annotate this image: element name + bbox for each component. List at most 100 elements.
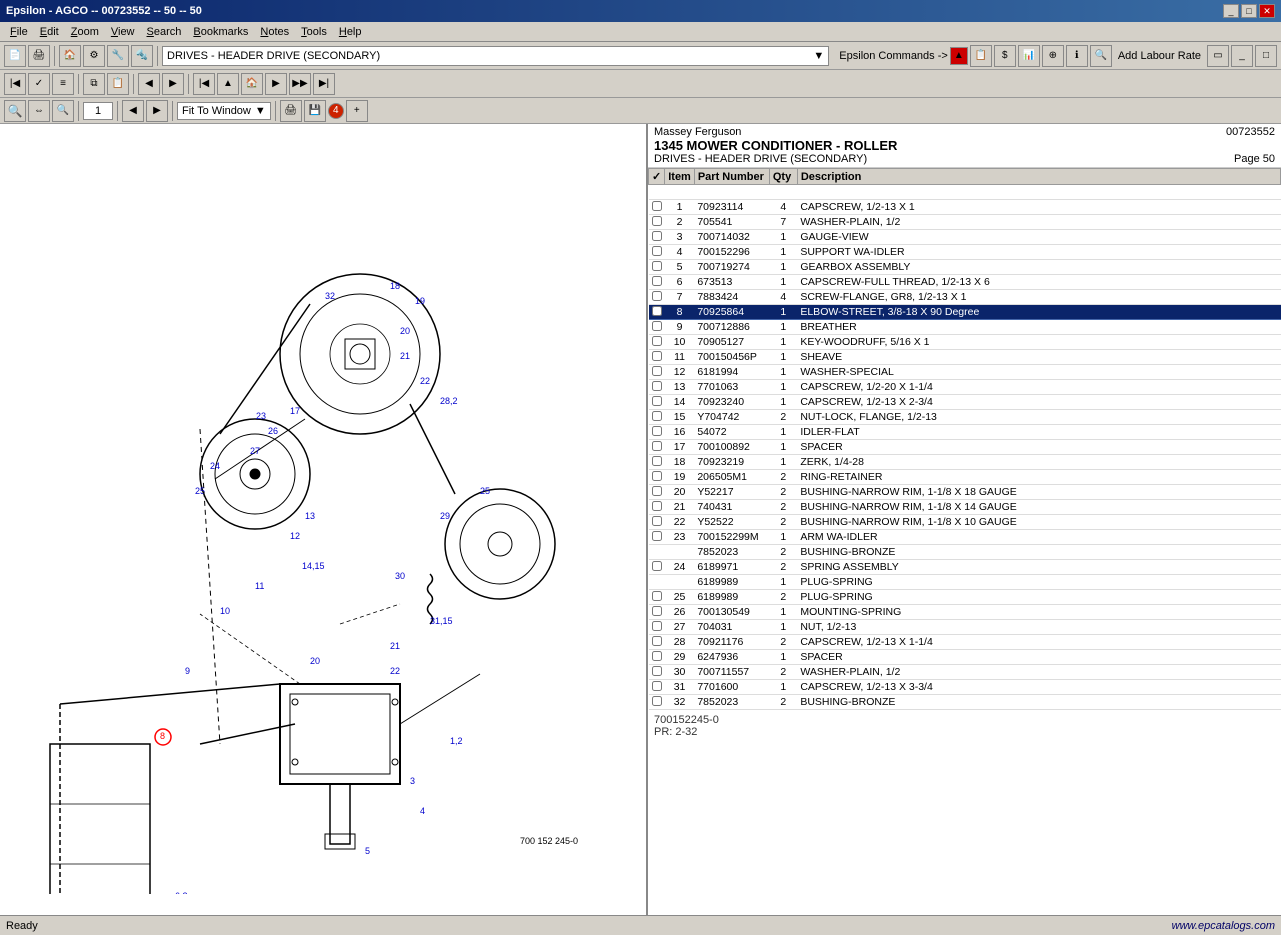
table-row[interactable]: 15Y7047422NUT-LOCK, FLANGE, 1/2-13 (649, 410, 1281, 425)
table-row[interactable]: 177001008921SPACER (649, 440, 1281, 455)
menu-tools[interactable]: Tools (295, 25, 333, 39)
menu-help[interactable]: Help (333, 25, 368, 39)
tool2-button[interactable]: 🔩 (131, 45, 153, 67)
spread-btn[interactable]: ⇔ (28, 100, 50, 122)
row-checkbox[interactable] (649, 575, 665, 590)
table-row[interactable]: 217404312BUSHING-NARROW RIM, 1-1/8 X 14 … (649, 500, 1281, 515)
table-row[interactable]: 3177016001CAPSCREW, 1/2-13 X 3-3/4 (649, 680, 1281, 695)
row-checkbox[interactable] (649, 650, 665, 665)
table-row[interactable] (649, 185, 1281, 200)
nav-first-btn[interactable]: |◀ (193, 73, 215, 95)
row-checkbox[interactable] (649, 365, 665, 380)
gear-button[interactable]: ⚙ (83, 45, 105, 67)
zoom-btn2[interactable]: 🔍 (52, 100, 74, 122)
row-checkbox[interactable] (649, 215, 665, 230)
table-row[interactable]: 78520232BUSHING-BRONZE (649, 545, 1281, 560)
tool-button[interactable]: 🔧 (107, 45, 129, 67)
table-row[interactable]: 8709258641ELBOW-STREET, 3/8-18 X 90 Degr… (649, 305, 1281, 320)
table-row[interactable]: 267001305491MOUNTING-SPRING (649, 605, 1281, 620)
save-btn[interactable]: 💾 (304, 100, 326, 122)
table-row[interactable]: 778834244SCREW-FLANGE, GR8, 1/2-13 X 1 (649, 290, 1281, 305)
prev-page-btn[interactable]: ◀ (122, 100, 144, 122)
page-counter[interactable]: 1 (83, 102, 113, 120)
epsilon-btn1[interactable]: ▲ (950, 47, 968, 65)
print2-btn[interactable]: 🖨 (280, 100, 302, 122)
row-checkbox[interactable] (649, 290, 665, 305)
epsilon-btn4[interactable]: 📊 (1018, 45, 1040, 67)
menu-edit[interactable]: Edit (34, 25, 65, 39)
row-checkbox[interactable] (649, 320, 665, 335)
row-checkbox[interactable] (649, 485, 665, 500)
table-row[interactable]: 3278520232BUSHING-BRONZE (649, 695, 1281, 710)
table-row[interactable]: 14709232401CAPSCREW, 1/2-13 X 2-3/4 (649, 395, 1281, 410)
restore-btn[interactable]: ▭ (1207, 45, 1229, 67)
epsilon-btn7[interactable]: 🔍 (1090, 45, 1112, 67)
row-checkbox[interactable] (649, 695, 665, 710)
nav-home-btn[interactable]: 🏠 (241, 73, 263, 95)
table-row[interactable]: 20Y522172BUSHING-NARROW RIM, 1-1/8 X 18 … (649, 485, 1281, 500)
min-btn2[interactable]: _ (1231, 45, 1253, 67)
table-row[interactable]: 19206505M12RING-RETAINER (649, 470, 1281, 485)
table-row[interactable]: 47001522961SUPPORT WA-IDLER (649, 245, 1281, 260)
back-btn[interactable]: ✓ (28, 73, 50, 95)
minimize-button[interactable]: _ (1223, 4, 1239, 18)
table-row[interactable]: 2461899712SPRING ASSEMBLY (649, 560, 1281, 575)
row-checkbox[interactable] (649, 230, 665, 245)
table-row[interactable]: 22Y525222BUSHING-NARROW RIM, 1-1/8 X 10 … (649, 515, 1281, 530)
row-checkbox[interactable] (649, 245, 665, 260)
menu-zoom[interactable]: Zoom (65, 25, 105, 39)
table-row[interactable]: 10709051271KEY-WOODRUFF, 5/16 X 1 (649, 335, 1281, 350)
row-checkbox[interactable] (649, 590, 665, 605)
menu-notes[interactable]: Notes (254, 25, 295, 39)
table-row[interactable]: 2561899892PLUG-SPRING (649, 590, 1281, 605)
table-row[interactable]: 57007192741GEARBOX ASSEMBLY (649, 260, 1281, 275)
row-checkbox[interactable] (649, 260, 665, 275)
nav-up-btn[interactable]: ▲ (217, 73, 239, 95)
nav-prev-btn[interactable]: ◀ (138, 73, 160, 95)
table-row[interactable]: 1377010631CAPSCREW, 1/2-20 X 1-1/4 (649, 380, 1281, 395)
table-row[interactable]: 23700152299M1ARM WA-IDLER (649, 530, 1281, 545)
home-button[interactable]: 🏠 (59, 45, 81, 67)
table-row[interactable]: 37007140321GAUGE-VIEW (649, 230, 1281, 245)
maximize-button[interactable]: □ (1241, 4, 1257, 18)
row-checkbox[interactable] (649, 470, 665, 485)
max-btn2[interactable]: □ (1255, 45, 1277, 67)
nav-next-btn[interactable]: ▶ (162, 73, 184, 95)
copy-btn[interactable]: ⧉ (83, 73, 105, 95)
table-row[interactable]: 66735131CAPSCREW-FULL THREAD, 1/2-13 X 6 (649, 275, 1281, 290)
row-checkbox[interactable] (649, 275, 665, 290)
table-row[interactable]: 307007115572WASHER-PLAIN, 1/2 (649, 665, 1281, 680)
print-button[interactable]: 🖨 (28, 45, 50, 67)
row-checkbox[interactable] (649, 335, 665, 350)
epsilon-btn6[interactable]: ℹ (1066, 45, 1088, 67)
parts-table-container[interactable]: ✓ Item Part Number Qty Description 17092… (648, 168, 1281, 915)
path-dropdown[interactable]: DRIVES - HEADER DRIVE (SECONDARY) ▼ (162, 46, 829, 66)
row-checkbox[interactable] (649, 620, 665, 635)
table-row[interactable]: 1709231144CAPSCREW, 1/2-13 X 1 (649, 200, 1281, 215)
table-row[interactable]: 27055417WASHER-PLAIN, 1/2 (649, 215, 1281, 230)
menu-search[interactable]: Search (141, 25, 188, 39)
table-row[interactable]: 16540721IDLER-FLAT (649, 425, 1281, 440)
nav-last-btn[interactable]: ▶| (313, 73, 335, 95)
row-checkbox[interactable] (649, 560, 665, 575)
next-page-btn[interactable]: ▶ (146, 100, 168, 122)
menu-file[interactable]: File (4, 25, 34, 39)
row-checkbox[interactable] (649, 455, 665, 470)
row-checkbox[interactable] (649, 500, 665, 515)
table-row[interactable]: 277040311NUT, 1/2-13 (649, 620, 1281, 635)
table-row[interactable]: 1261819941WASHER-SPECIAL (649, 365, 1281, 380)
table-row[interactable]: 28709211762CAPSCREW, 1/2-13 X 1-1/4 (649, 635, 1281, 650)
close-button[interactable]: ✕ (1259, 4, 1275, 18)
row-checkbox[interactable] (649, 425, 665, 440)
menu-view[interactable]: View (105, 25, 141, 39)
row-checkbox[interactable] (649, 680, 665, 695)
row-checkbox[interactable] (649, 665, 665, 680)
row-checkbox[interactable] (649, 305, 665, 320)
table-row[interactable]: 18709232191ZERK, 1/4-28 (649, 455, 1281, 470)
diagram-panel[interactable]: 18 19 20 21 22 28,2 32 17 26 27 23 24 25… (0, 124, 648, 915)
epsilon-btn2[interactable]: 📋 (970, 45, 992, 67)
nav-fwdfwd-btn[interactable]: ▶▶ (289, 73, 311, 95)
row-checkbox[interactable] (649, 605, 665, 620)
epsilon-btn3[interactable]: $ (994, 45, 1016, 67)
paste-btn[interactable]: 📋 (107, 73, 129, 95)
